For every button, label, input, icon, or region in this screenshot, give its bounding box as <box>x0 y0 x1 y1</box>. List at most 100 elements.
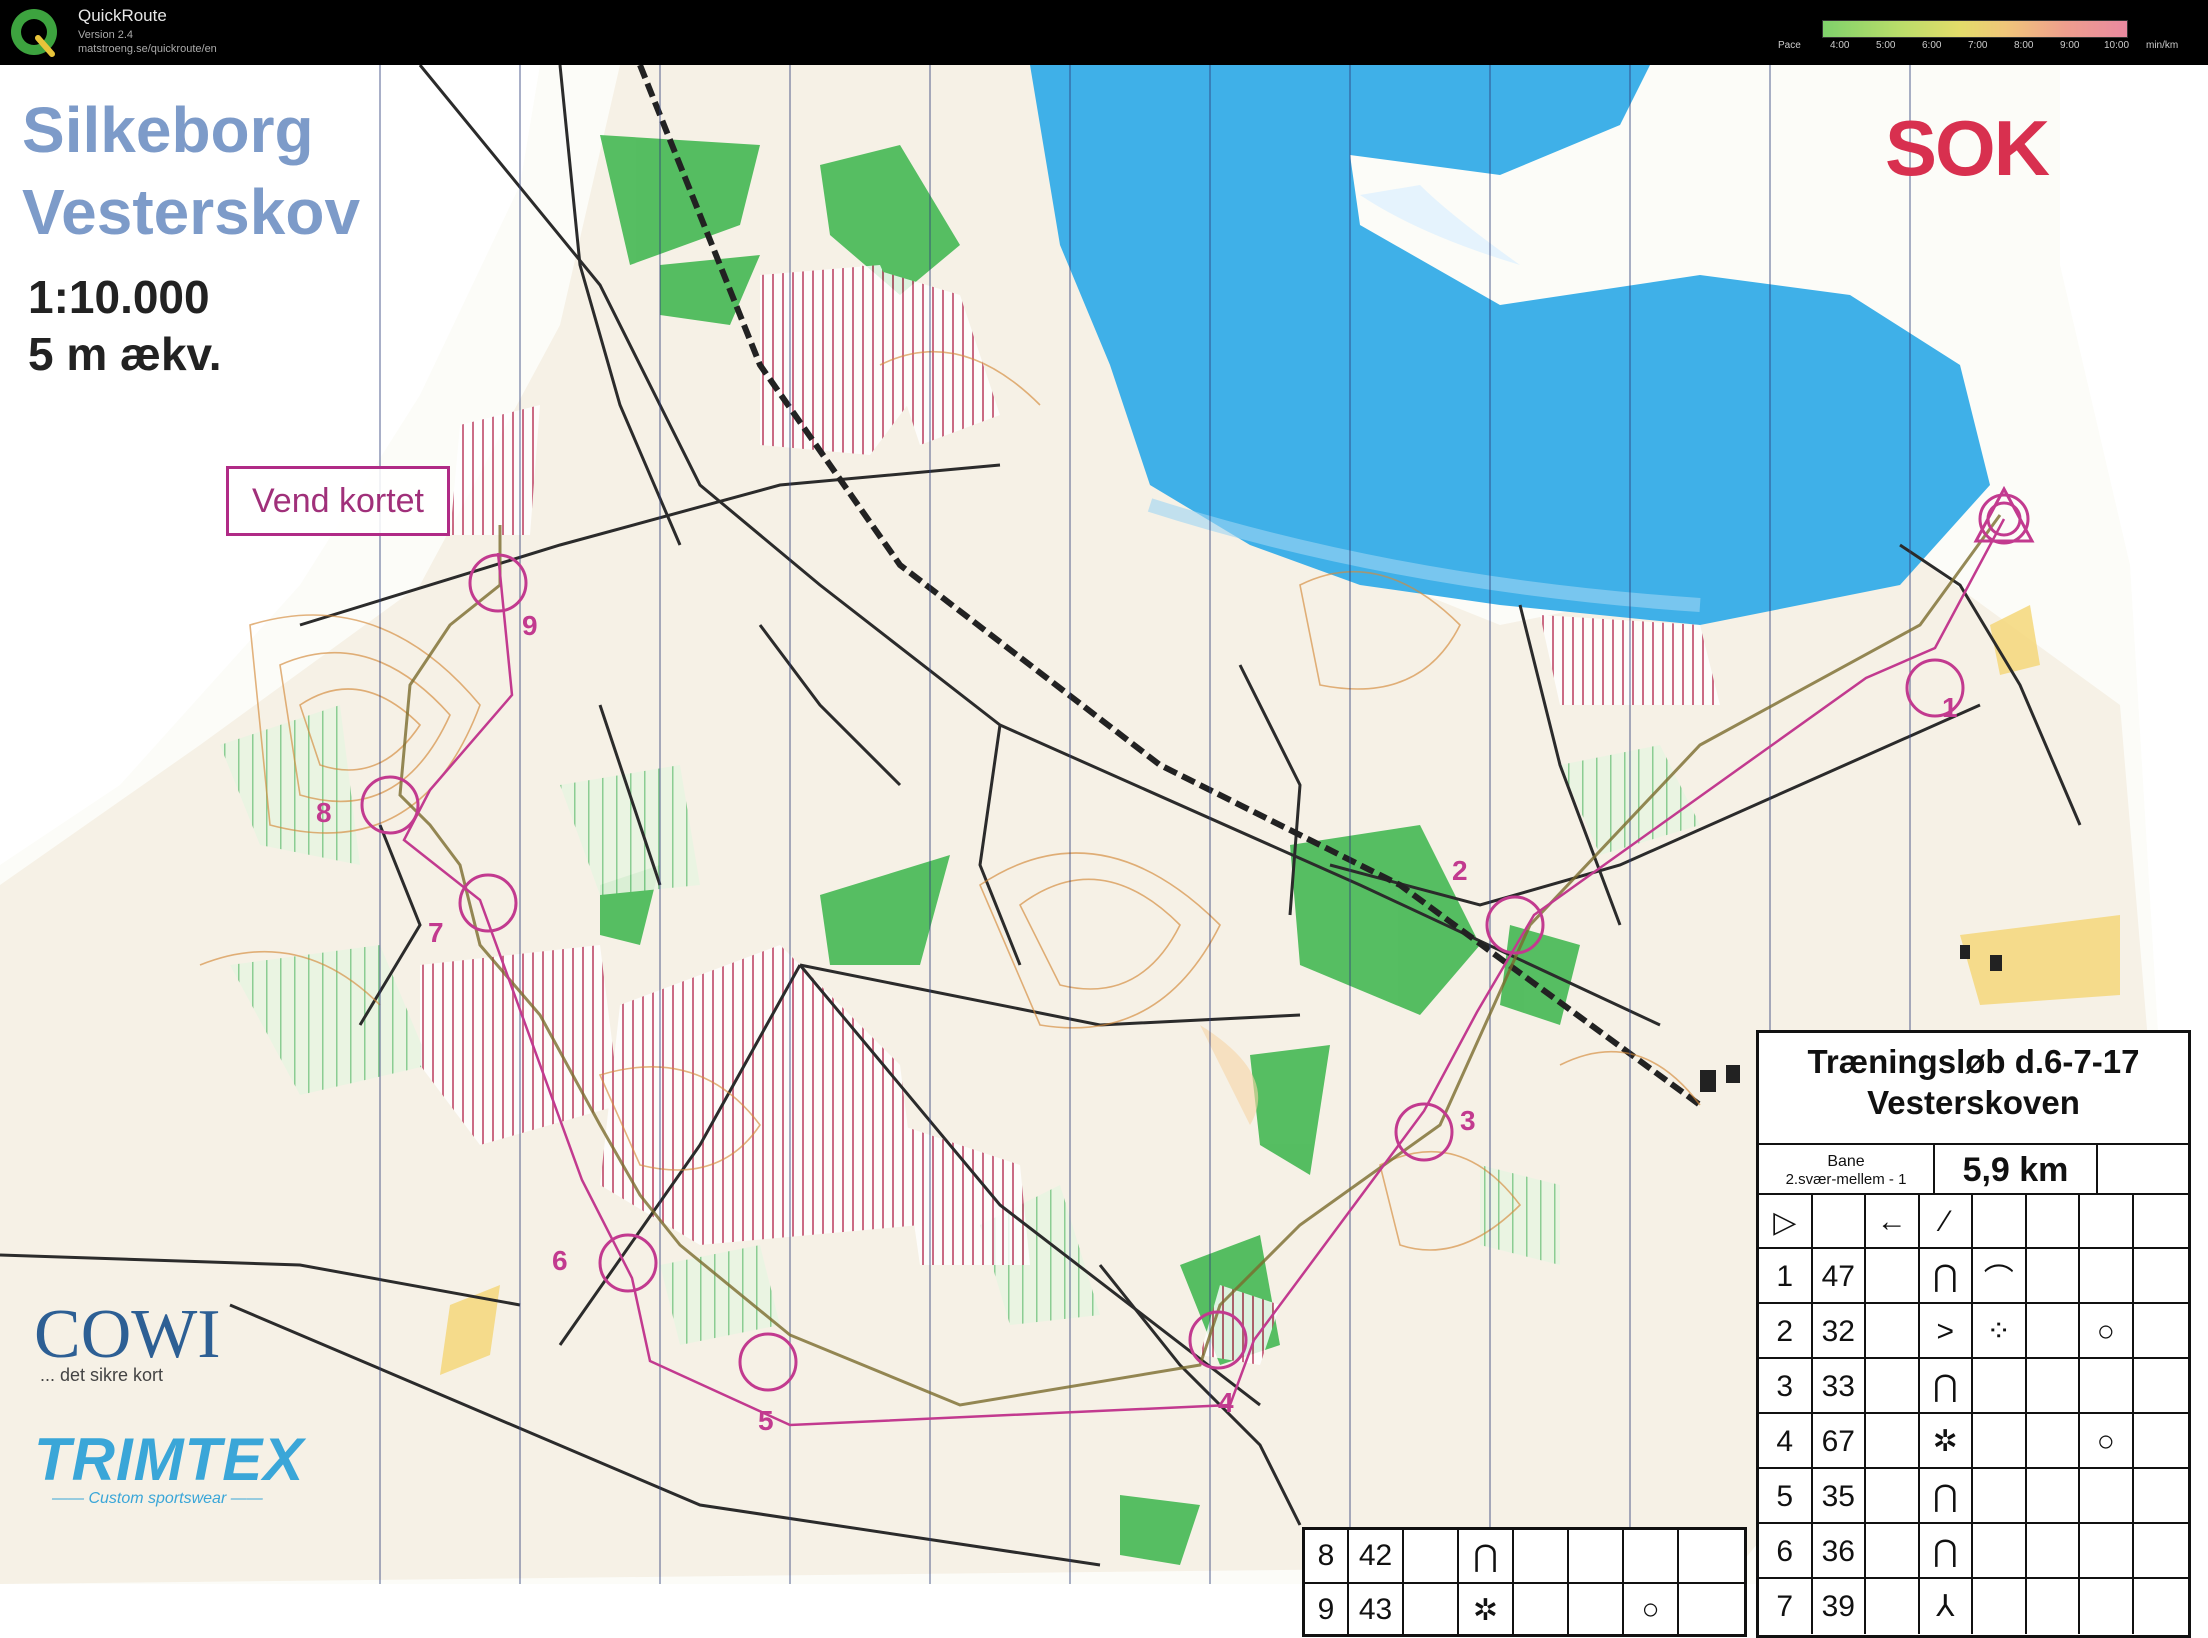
desc-blank <box>2027 1524 2080 1579</box>
desc-feature: ⋂ <box>1920 1249 1973 1304</box>
desc-apply <box>1624 1530 1679 1582</box>
control-number-9: 9 <box>522 610 538 641</box>
desc-extra <box>1973 1524 2027 1579</box>
control-number-3: 3 <box>1460 1105 1476 1136</box>
desc-feature: ✲ <box>1920 1414 1973 1469</box>
desc-blank <box>2134 1579 2188 1634</box>
pace-tick: 10:00 <box>2104 40 2130 51</box>
desc-blank <box>2027 1414 2080 1469</box>
desc-row: 2 32 > ⁘ ○ <box>1759 1302 2188 1359</box>
control-description-extra: 8 42 ⋂ 9 43 ✲ ○ <box>1302 1527 1747 1637</box>
desc-apply: ○ <box>2080 1414 2134 1469</box>
desc-extra <box>1973 1414 2027 1469</box>
arrow-left-icon: ← <box>1866 1195 1920 1249</box>
desc-num: 1 <box>1759 1249 1813 1304</box>
pace-tick: 4:00 <box>1830 40 1850 51</box>
slash-icon: ⁄ <box>1920 1195 1973 1249</box>
desc-blank <box>2027 1304 2080 1359</box>
control-number-6: 6 <box>552 1245 568 1276</box>
course-header-row: Bane 2.svær-mellem - 1 5,9 km <box>1759 1143 2188 1195</box>
desc-code: 47 <box>1813 1249 1866 1304</box>
desc-blank <box>1866 1304 1920 1359</box>
desc-row: 8 42 ⋂ <box>1305 1530 1744 1582</box>
desc-blank <box>1866 1249 1920 1304</box>
pace-label: Pace <box>1778 40 1801 51</box>
desc-blank <box>2027 1249 2080 1304</box>
desc-apply <box>2080 1469 2134 1524</box>
desc-blank <box>2134 1469 2188 1524</box>
pace-tick: 7:00 <box>1968 40 1988 51</box>
desc-blank <box>2134 1359 2188 1414</box>
desc-apply <box>2080 1359 2134 1414</box>
desc-feature: ⋂ <box>1920 1359 1973 1414</box>
vend-kortet-label: Vend kortet <box>226 466 450 536</box>
trimtex-logo: TRIMTEX <box>34 1426 305 1493</box>
control-number-1: 1 <box>1942 692 1958 723</box>
desc-num: 4 <box>1759 1414 1813 1469</box>
desc-row: 5 35 ⋂ <box>1759 1467 2188 1524</box>
course-label: Bane <box>1827 1152 1865 1170</box>
pace-unit: min/km <box>2146 40 2179 51</box>
desc-extra <box>1973 1579 2027 1634</box>
app-version: Version 2.4 <box>78 29 134 41</box>
desc-blank <box>1866 1469 1920 1524</box>
cowi-tagline: ... det sikre kort <box>40 1365 164 1385</box>
control-number-8: 8 <box>316 797 332 828</box>
control-description-sheet: Træningsløb d.6-7-17 Vesterskoven Bane 2… <box>1756 1030 2191 1638</box>
pace-tick: 5:00 <box>1876 40 1896 51</box>
desc-blank <box>2027 1359 2080 1414</box>
desc-num: 7 <box>1759 1579 1813 1634</box>
desc-blank <box>2134 1524 2188 1579</box>
desc-blank <box>2027 1469 2080 1524</box>
desc-code: 42 <box>1349 1530 1404 1582</box>
desc-blank <box>1866 1414 1920 1469</box>
desc-blank <box>1866 1579 1920 1634</box>
desc-code: 39 <box>1813 1579 1866 1634</box>
desc-code: 35 <box>1813 1469 1866 1524</box>
desc-feature: ✲ <box>1459 1584 1514 1636</box>
desc-blank <box>2134 1304 2188 1359</box>
club-logo: SOK <box>1885 104 2050 192</box>
desc-apply <box>2080 1579 2134 1634</box>
desc-row: 3 33 ⋂ <box>1759 1357 2188 1414</box>
desc-row: 7 39 ⅄ <box>1759 1577 2188 1634</box>
desc-blank <box>2134 1414 2188 1469</box>
orienteering-map[interactable]: Silkeborg Vesterskov 1:10.000 5 m ækv. V… <box>0 65 2208 1638</box>
control-number-4: 4 <box>1218 1387 1234 1418</box>
desc-apply: ○ <box>1624 1584 1679 1636</box>
desc-blank <box>1866 1524 1920 1579</box>
desc-code: 36 <box>1813 1524 1866 1579</box>
app-title: QuickRoute <box>78 6 167 25</box>
desc-apply <box>2080 1524 2134 1579</box>
desc-extra <box>1973 1359 2027 1414</box>
desc-extra: ⌒ <box>1973 1249 2027 1304</box>
control-number-5: 5 <box>758 1405 774 1436</box>
desc-code: 32 <box>1813 1304 1866 1359</box>
desc-apply: ○ <box>2080 1304 2134 1359</box>
desc-extra: ⁘ <box>1973 1304 2027 1359</box>
title-bar: QuickRoute Version 2.4 matstroeng.se/qui… <box>0 0 2208 65</box>
desc-blank <box>2134 1249 2188 1304</box>
desc-code: 43 <box>1349 1584 1404 1636</box>
desc-feature: ⋂ <box>1920 1524 1973 1579</box>
pace-color-scale <box>1822 20 2128 38</box>
desc-num: 5 <box>1759 1469 1813 1524</box>
desc-code: 67 <box>1813 1414 1866 1469</box>
course-length: 5,9 km <box>1935 1145 2098 1195</box>
desc-num: 6 <box>1759 1524 1813 1579</box>
desc-feature: > <box>1920 1304 1973 1359</box>
event-location: Vesterskoven <box>1867 1084 2080 1121</box>
map-scale: 1:10.000 <box>28 271 210 323</box>
map-title-line1: Silkeborg <box>22 94 314 166</box>
app-url[interactable]: matstroeng.se/quickroute/en <box>78 43 217 55</box>
event-title: Træningsløb d.6-7-17 <box>1807 1043 2140 1080</box>
desc-feature: ⅄ <box>1920 1579 1973 1634</box>
desc-feature: ⋂ <box>1459 1530 1514 1582</box>
map-title-line2: Vesterskov <box>22 176 361 248</box>
desc-blank <box>2027 1579 2080 1634</box>
desc-row: 1 47 ⋂ ⌒ <box>1759 1247 2188 1304</box>
pace-tick: 8:00 <box>2014 40 2034 51</box>
desc-row: 4 67 ✲ ○ <box>1759 1412 2188 1469</box>
pace-tick: 9:00 <box>2060 40 2080 51</box>
control-number-7: 7 <box>428 917 444 948</box>
